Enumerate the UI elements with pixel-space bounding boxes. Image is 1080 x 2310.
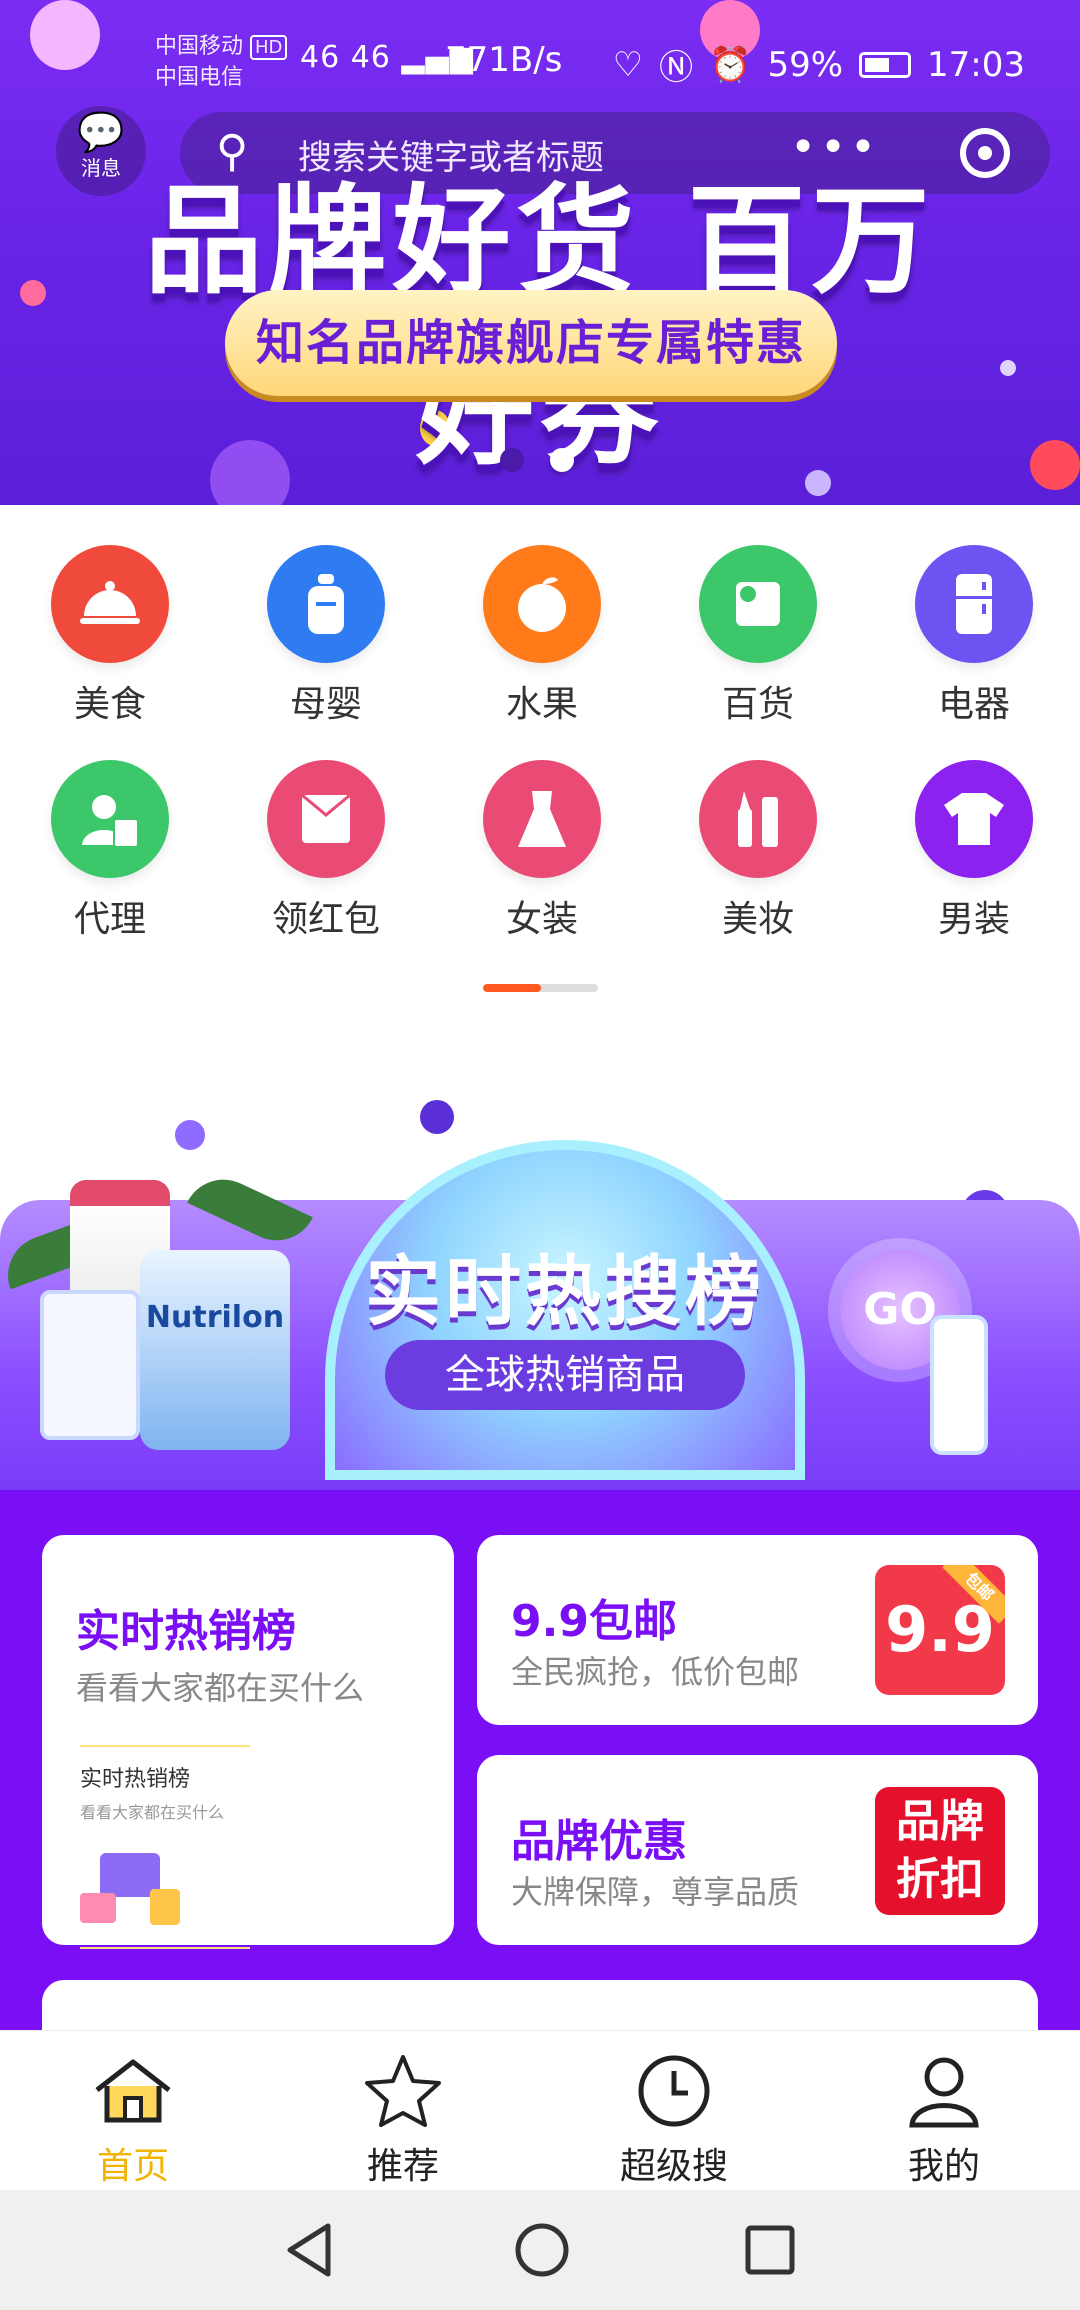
face-mask-image [40, 1290, 140, 1440]
baby-bottle-icon [267, 545, 385, 663]
product-label: Nutrilon [145, 1300, 285, 1335]
category-general-goods[interactable]: 百货 [668, 545, 848, 727]
category-label: 领红包 [271, 899, 380, 940]
recents-icon[interactable] [742, 2220, 798, 2284]
promo-section: 实时热销榜 看看大家都在买什么 实时热销榜 看看大家都在买什么 9.9包邮 全民… [0, 1490, 1080, 2060]
cleanser-bottle-image [930, 1315, 988, 1455]
milk-powder-image: Nutrilon [140, 1250, 290, 1450]
user-icon [844, 2051, 1044, 2131]
brand-deals-card[interactable]: 品牌优惠 大牌保障，尊享品质 品牌 折扣 [477, 1755, 1038, 1945]
card-subtitle: 看看大家都在买什么 [76, 1669, 365, 1707]
category-makeup[interactable]: 美妆 [668, 760, 848, 942]
category-label: 美妆 [721, 899, 794, 940]
category-baby[interactable]: 母婴 [236, 545, 416, 727]
status-bar: 中国移动 HD 中国电信 46 46 ▂▄▆ 771B/s ♡ Ⓝ ⏰ 59% … [0, 28, 1080, 98]
category-label: 女装 [505, 899, 578, 940]
alarm-icon: ⏰ [709, 44, 752, 85]
category-label: 水果 [505, 684, 578, 725]
category-mens-wear[interactable]: 男装 [884, 760, 1064, 942]
peach-icon [483, 545, 601, 663]
category-label: 电器 [937, 684, 1010, 725]
category-red-envelope[interactable]: 领红包 [236, 760, 416, 942]
preview-title: 实时热销榜 [80, 1767, 191, 1792]
free-shipping-card[interactable]: 9.9包邮 全民疯抢，低价包邮 9.9 包邮 [477, 1535, 1038, 1725]
hero-page-indicator [500, 448, 574, 472]
system-navigation-bar [0, 2190, 1080, 2310]
heart-icon: ♡ [612, 44, 644, 85]
category-appliances[interactable]: 电器 [884, 545, 1064, 727]
card-title: 实时热销榜 [76, 1606, 296, 1657]
agent-icon [51, 760, 169, 878]
badge-line-1: 品牌 [896, 1796, 984, 1847]
nfc-icon: Ⓝ [659, 48, 694, 88]
preview-subtitle: 看看大家都在买什么 [80, 1803, 225, 1822]
category-label: 美食 [73, 684, 146, 725]
shopping-illustration [80, 1843, 190, 1933]
category-label: 男装 [937, 899, 1010, 940]
carrier-info: 中国移动 HD 中国电信 [155, 32, 288, 93]
hot-sales-card[interactable]: 实时热销榜 看看大家都在买什么 实时热销榜 看看大家都在买什么 [42, 1535, 454, 1949]
red-envelope-icon [267, 760, 385, 878]
cloche-icon [51, 545, 169, 663]
category-womens-wear[interactable]: 女装 [452, 760, 632, 942]
hot-sales-preview: 实时热销榜 看看大家都在买什么 [80, 1745, 250, 1949]
home-icon [33, 2051, 233, 2131]
hero-dot-active [550, 448, 574, 472]
app-screen: 中国移动 HD 中国电信 46 46 ▂▄▆ 771B/s ♡ Ⓝ ⏰ 59% … [0, 0, 1080, 2310]
dress-icon [483, 760, 601, 878]
tab-label: 首页 [96, 2146, 169, 2187]
clock-icon [574, 2051, 774, 2131]
tab-mine[interactable]: 我的 [844, 2051, 1044, 2189]
hero-dot [500, 448, 524, 472]
clock-time: 17:03 [927, 44, 1025, 85]
card-title: 9.9包邮 [511, 1596, 677, 1647]
category-food[interactable]: 美食 [20, 545, 200, 727]
home-circle-icon[interactable] [512, 2220, 572, 2284]
hero-banner[interactable]: 中国移动 HD 中国电信 46 46 ▂▄▆ 771B/s ♡ Ⓝ ⏰ 59% … [0, 0, 1080, 505]
category-page-indicator [483, 984, 598, 992]
tab-label: 超级搜 [619, 2146, 728, 2187]
hot-search-banner[interactable]: Nutrilon 实时热搜榜 全球热销商品 GO [0, 1100, 1080, 1490]
refrigerator-icon [915, 545, 1033, 663]
card-subtitle: 大牌保障，尊享品质 [511, 1873, 800, 1911]
category-label: 代理 [73, 899, 146, 940]
hot-banner-subtitle: 全球热销商品 [385, 1340, 745, 1410]
hot-banner-title: 实时热搜榜 [365, 1247, 765, 1336]
status-right: ♡ Ⓝ ⏰ 59% 17:03 [613, 40, 1025, 89]
category-fruit[interactable]: 水果 [452, 545, 632, 727]
card-subtitle: 全民疯抢，低价包邮 [511, 1653, 800, 1691]
tab-super-search[interactable]: 超级搜 [574, 2051, 774, 2189]
paper-roll-icon [699, 545, 817, 663]
hero-subtitle: 知名品牌旗舰店专属特惠 [225, 290, 837, 396]
free-shipping-badge: 9.9 包邮 [875, 1565, 1005, 1695]
network-speed: 771B/s [445, 40, 563, 80]
tab-label: 推荐 [366, 2146, 439, 2187]
tab-recommend[interactable]: 推荐 [303, 2051, 503, 2189]
tab-home[interactable]: 首页 [33, 2051, 233, 2189]
category-label: 百货 [721, 684, 794, 725]
tab-label: 我的 [907, 2146, 980, 2187]
category-page-indicator-fill [483, 984, 541, 992]
makeup-icon [699, 760, 817, 878]
star-icon [303, 2051, 503, 2131]
card-title: 品牌优惠 [511, 1816, 687, 1867]
tshirt-icon [915, 760, 1033, 878]
category-agent[interactable]: 代理 [20, 760, 200, 942]
badge-line-2: 折扣 [896, 1854, 984, 1905]
battery-icon [859, 51, 912, 78]
bottom-tab-bar: 首页 推荐 超级搜 我的 [0, 2030, 1080, 2190]
brand-discount-badge: 品牌 折扣 [875, 1787, 1005, 1915]
category-label: 母婴 [289, 684, 362, 725]
battery-percent: 59% [767, 44, 844, 85]
back-icon[interactable] [282, 2220, 338, 2284]
